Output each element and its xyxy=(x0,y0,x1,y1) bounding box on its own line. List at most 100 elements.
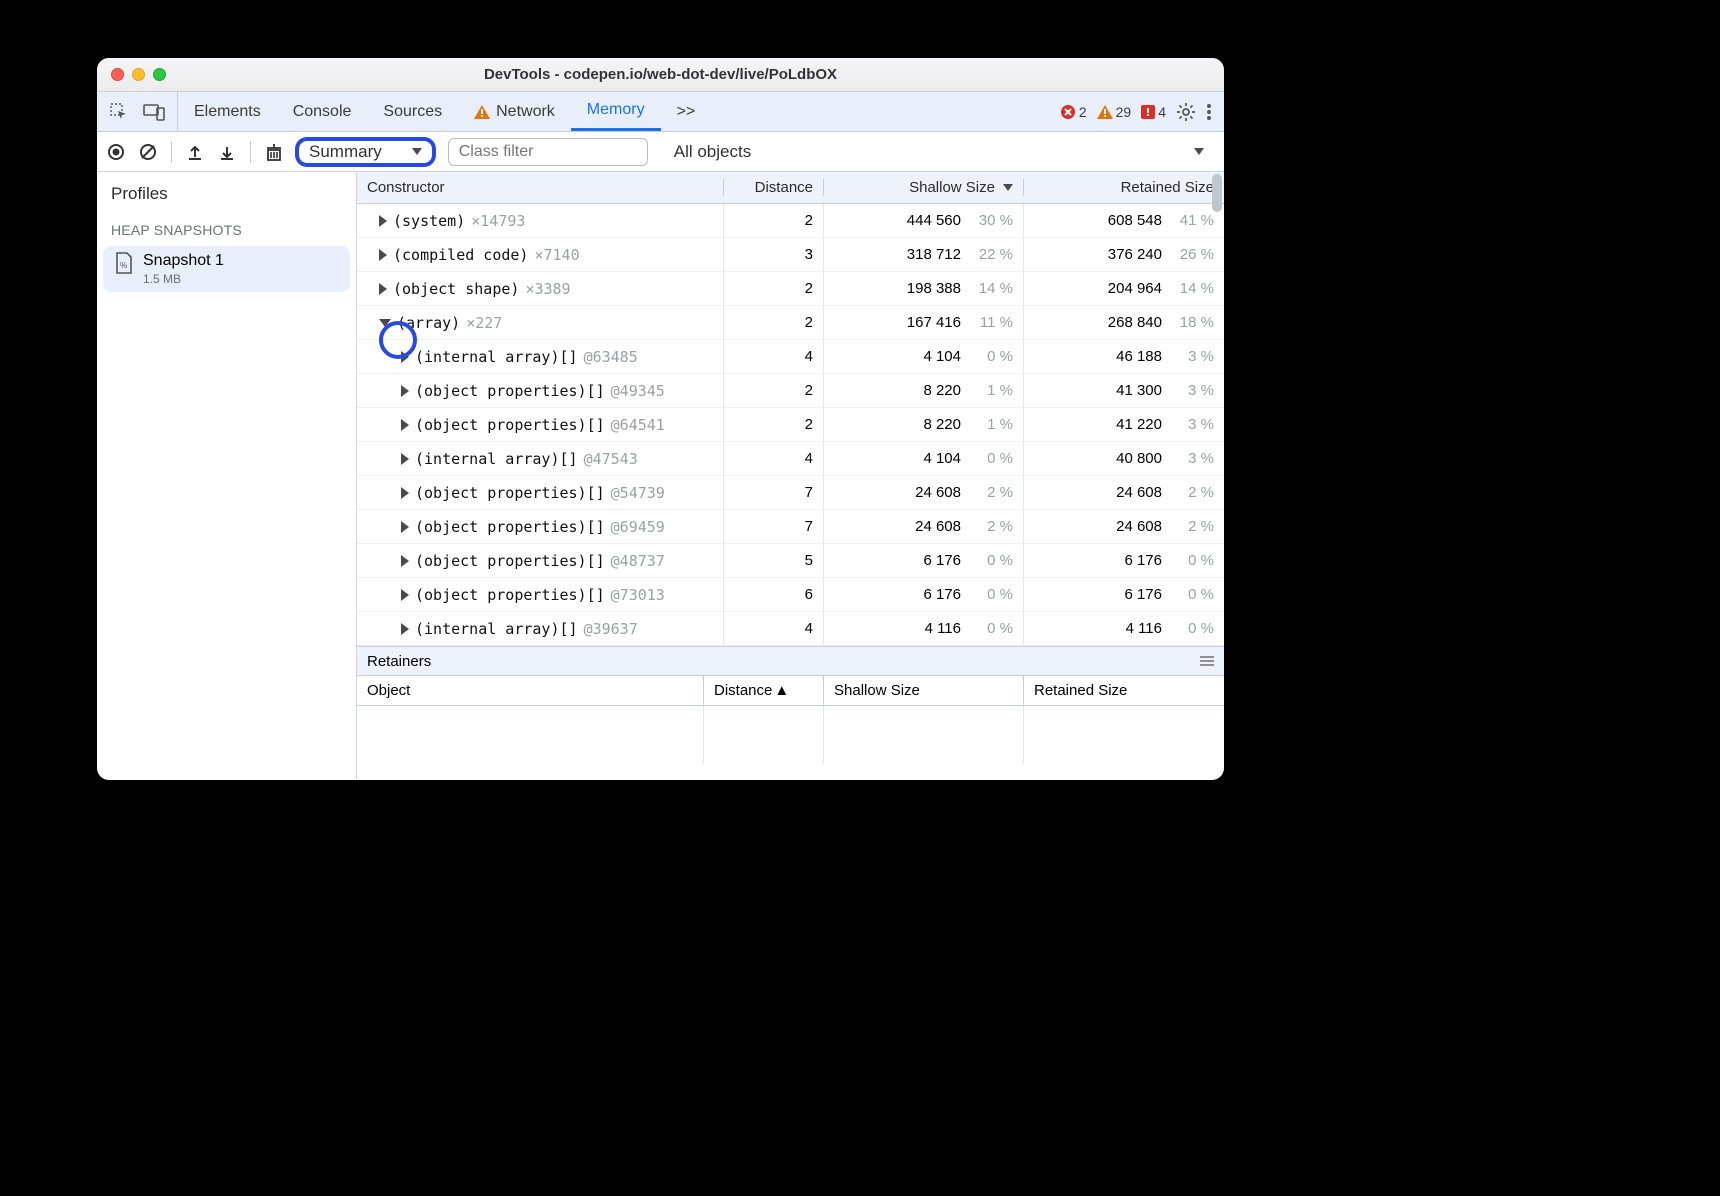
sort-asc-icon: ▲ xyxy=(774,682,789,699)
table-row[interactable]: (system)×147932444 56030 %608 54841 % xyxy=(357,204,1224,238)
expand-icon[interactable] xyxy=(401,419,409,431)
retainers-col-distance[interactable]: Distance ▲ xyxy=(704,676,824,705)
menu-icon[interactable] xyxy=(1200,656,1214,666)
filter-dropdown-icon[interactable] xyxy=(1194,148,1204,155)
kebab-icon[interactable] xyxy=(1206,102,1212,122)
table-row[interactable]: (object properties)[]@69459724 6082 %24 … xyxy=(357,510,1224,544)
row-name: (object properties)[] xyxy=(415,416,605,434)
tabs-overflow[interactable]: >> xyxy=(661,92,712,131)
sort-desc-icon xyxy=(1003,184,1013,191)
class-filter-input[interactable] xyxy=(448,138,648,166)
device-toolbar-icon[interactable] xyxy=(143,103,165,121)
row-object-id: @63485 xyxy=(584,348,638,366)
expand-icon[interactable] xyxy=(401,555,409,567)
error-count[interactable]: 2 xyxy=(1060,104,1087,120)
gc-icon[interactable] xyxy=(265,142,283,162)
table-row[interactable]: (object shape)×33892198 38814 %204 96414… xyxy=(357,272,1224,306)
retainers-col-shallow[interactable]: Shallow Size xyxy=(824,676,1024,705)
close-window-button[interactable] xyxy=(111,68,124,81)
retained-size-cell: 268 84018 % xyxy=(1024,306,1224,339)
distance-cell: 4 xyxy=(724,612,824,645)
error-icon xyxy=(1060,104,1076,120)
row-name: (object properties)[] xyxy=(415,518,605,536)
chevron-down-icon xyxy=(412,148,422,155)
svg-text:%: % xyxy=(120,261,127,270)
object-scope-select[interactable]: All objects xyxy=(674,142,751,162)
distance-cell: 4 xyxy=(724,442,824,475)
warning-icon xyxy=(1097,105,1113,119)
zoom-window-button[interactable] xyxy=(153,68,166,81)
retainers-body xyxy=(357,706,1224,764)
constructor-cell: (object properties)[] @69459 xyxy=(357,510,724,543)
expand-icon[interactable] xyxy=(401,487,409,499)
retained-size-cell: 41 3003 % xyxy=(1024,374,1224,407)
inspect-icon[interactable] xyxy=(109,102,129,122)
scrollbar-thumb[interactable] xyxy=(1212,174,1222,212)
col-retained-size[interactable]: Retained Size xyxy=(1024,179,1224,196)
retained-size-cell: 40 8003 % xyxy=(1024,442,1224,475)
expand-icon[interactable] xyxy=(401,453,409,465)
shallow-size-cell: 167 41611 % xyxy=(824,306,1024,339)
perspective-select[interactable]: Summary xyxy=(295,137,436,167)
retained-size-cell: 24 6082 % xyxy=(1024,510,1224,543)
retainers-col-object[interactable]: Object xyxy=(357,676,704,705)
tab-console[interactable]: Console xyxy=(277,92,368,131)
distance-cell: 4 xyxy=(724,340,824,373)
row-name: (internal array)[] xyxy=(415,450,578,468)
expand-icon[interactable] xyxy=(401,589,409,601)
heap-snapshots-section: HEAP SNAPSHOTS xyxy=(97,216,356,244)
shallow-size-cell: 24 6082 % xyxy=(824,510,1024,543)
tab-network[interactable]: Network xyxy=(458,92,571,131)
table-row[interactable]: (internal array)[]@6348544 1040 %46 1883… xyxy=(357,340,1224,374)
perspective-select-label: Summary xyxy=(309,142,382,162)
clear-icon[interactable] xyxy=(139,143,157,161)
gear-icon[interactable] xyxy=(1176,102,1196,122)
retainers-col-retained[interactable]: Retained Size xyxy=(1024,676,1224,705)
expand-icon[interactable] xyxy=(379,249,387,261)
snapshot-item[interactable]: % Snapshot 1 1.5 MB xyxy=(103,246,350,292)
expand-icon[interactable] xyxy=(379,215,387,227)
table-row[interactable]: (object properties)[]@4873756 1760 %6 17… xyxy=(357,544,1224,578)
tab-sources[interactable]: Sources xyxy=(367,92,458,131)
row-object-id: @64541 xyxy=(611,416,665,434)
table-row[interactable]: (internal array)[]@3963744 1160 %4 1160 … xyxy=(357,612,1224,646)
warning-count[interactable]: 29 xyxy=(1097,104,1132,120)
devtools-tabstrip: Elements Console Sources Network Memory … xyxy=(97,92,1224,132)
minimize-window-button[interactable] xyxy=(132,68,145,81)
col-distance[interactable]: Distance xyxy=(724,179,824,196)
constructor-cell: (compiled code) ×7140 xyxy=(357,238,724,271)
record-icon[interactable] xyxy=(107,143,125,161)
col-shallow-size[interactable]: Shallow Size xyxy=(824,179,1024,196)
row-object-id: @69459 xyxy=(611,518,665,536)
memory-toolbar: Summary All objects xyxy=(97,132,1224,172)
table-row[interactable]: (internal array)[]@4754344 1040 %40 8003… xyxy=(357,442,1224,476)
expand-icon[interactable] xyxy=(379,283,387,295)
table-row[interactable]: (compiled code)×71403318 71222 %376 2402… xyxy=(357,238,1224,272)
table-row[interactable]: (object properties)[]@54739724 6082 %24 … xyxy=(357,476,1224,510)
table-row[interactable]: (array)×2272167 41611 %268 84018 % xyxy=(357,306,1224,340)
shallow-size-cell: 4 1040 % xyxy=(824,340,1024,373)
warning-icon xyxy=(474,105,490,119)
row-count: ×7140 xyxy=(534,246,579,264)
collapse-icon[interactable] xyxy=(379,319,391,327)
distance-cell: 7 xyxy=(724,510,824,543)
load-icon[interactable] xyxy=(186,143,204,161)
tab-elements[interactable]: Elements xyxy=(178,92,277,131)
shallow-size-cell: 8 2201 % xyxy=(824,374,1024,407)
expand-icon[interactable] xyxy=(401,623,409,635)
expand-icon[interactable] xyxy=(401,521,409,533)
col-constructor[interactable]: Constructor xyxy=(357,179,724,196)
expand-icon[interactable] xyxy=(401,385,409,397)
tab-memory[interactable]: Memory xyxy=(571,92,661,131)
save-icon[interactable] xyxy=(218,143,236,161)
table-row[interactable]: (object properties)[]@4934528 2201 %41 3… xyxy=(357,374,1224,408)
table-row[interactable]: (object properties)[]@6454128 2201 %41 2… xyxy=(357,408,1224,442)
shallow-size-cell: 318 71222 % xyxy=(824,238,1024,271)
issues-count[interactable]: 4 xyxy=(1141,104,1166,120)
distance-cell: 6 xyxy=(724,578,824,611)
heap-snapshot-view: Constructor Distance Shallow Size Retain… xyxy=(357,172,1224,780)
distance-cell: 2 xyxy=(724,204,824,237)
constructor-cell: (object shape)×3389 xyxy=(357,272,724,305)
row-name: (compiled code) xyxy=(393,246,528,264)
table-row[interactable]: (object properties)[]@7301366 1760 %6 17… xyxy=(357,578,1224,612)
